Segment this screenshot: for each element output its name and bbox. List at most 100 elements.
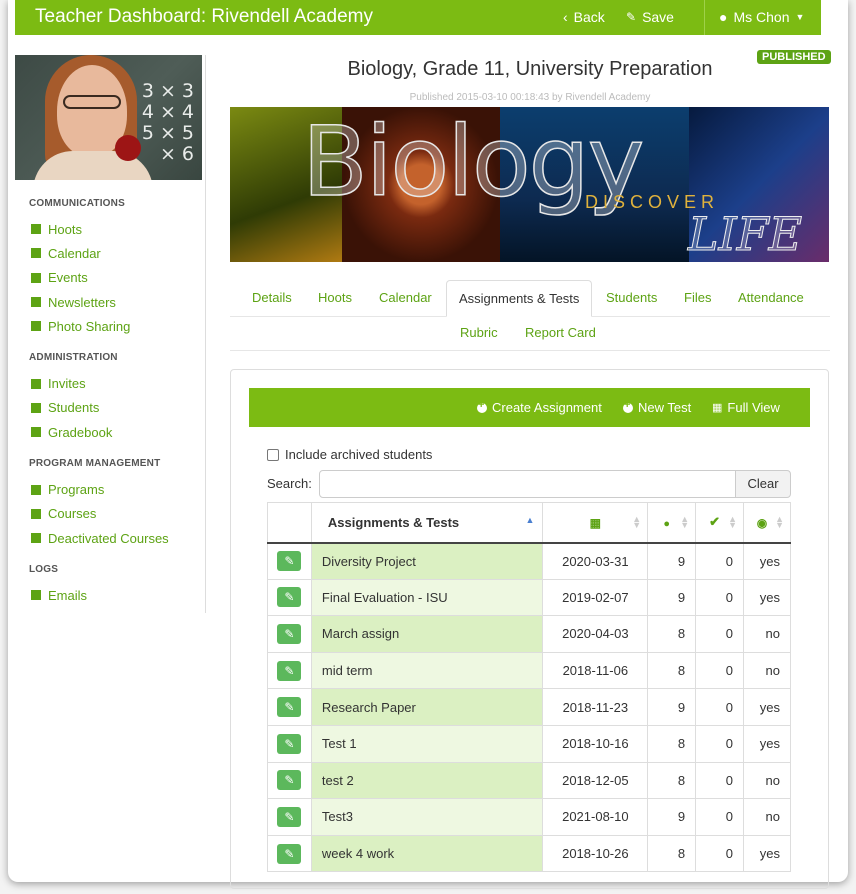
assignment-name[interactable]: test 2 bbox=[310, 762, 544, 800]
tab-report-card[interactable]: Report Card bbox=[513, 315, 608, 350]
sort-icon: ▲ ▼ bbox=[728, 514, 738, 530]
table-row[interactable]: ✎ March assign 2020-04-03 8 0 no bbox=[267, 615, 791, 653]
completed-count: 0 bbox=[695, 615, 745, 653]
sidebar: 3 × 3 4 × 4 5 × 5 × 6 COMMUNICATIONS Hoot… bbox=[15, 55, 206, 613]
user-menu[interactable]: ● Ms Chon ▼ bbox=[719, 9, 804, 25]
tab-attendance[interactable]: Attendance bbox=[726, 280, 816, 315]
table-row[interactable]: ✎ Test3 2021-08-10 9 0 no bbox=[267, 798, 791, 836]
published-status: yes bbox=[743, 688, 791, 726]
chalkboard-math: 3 × 3 4 × 4 5 × 5 × 6 bbox=[142, 81, 194, 165]
completed-count: 0 bbox=[695, 798, 745, 836]
sort-icon: ▲ ▼ bbox=[680, 514, 690, 530]
sort-icon: ▲ ▼ bbox=[775, 514, 784, 530]
book-icon bbox=[31, 427, 41, 438]
student-count: 8 bbox=[647, 615, 697, 653]
table-row[interactable]: ✎ Research Paper 2018-11-23 9 0 yes bbox=[267, 688, 791, 726]
sidebar-item-label: Photo Sharing bbox=[48, 318, 131, 334]
folder-icon bbox=[31, 533, 41, 544]
header-date[interactable]: ▦ ▲ ▼ bbox=[542, 502, 649, 544]
tab-assignments-tests[interactable]: Assignments & Tests bbox=[446, 280, 593, 317]
sidebar-item-courses[interactable]: Courses bbox=[31, 502, 205, 526]
clear-button[interactable]: Clear bbox=[735, 470, 791, 498]
assignment-date: 2020-03-31 bbox=[542, 542, 649, 580]
sidebar-item-label: Newsletters bbox=[48, 294, 116, 310]
tab-hoots[interactable]: Hoots bbox=[306, 280, 364, 315]
table-row[interactable]: ✎ mid term 2018-11-06 8 0 no bbox=[267, 652, 791, 690]
save-button[interactable]: ✎ Save bbox=[626, 9, 674, 25]
edit-icon[interactable]: ✎ bbox=[277, 843, 302, 864]
sidebar-item-programs[interactable]: Programs bbox=[31, 477, 205, 501]
assignment-name[interactable]: Research Paper bbox=[310, 688, 544, 726]
header-completed[interactable]: ✔ ▲ ▼ bbox=[695, 502, 745, 544]
sidebar-item-emails[interactable]: Emails bbox=[31, 583, 205, 607]
table-row[interactable]: ✎ Final Evaluation - ISU 2019-02-07 9 0 yes bbox=[267, 579, 791, 617]
include-archived-label: Include archived students bbox=[285, 447, 433, 462]
sidebar-item-label: Students bbox=[48, 400, 100, 416]
tab-students[interactable]: Students bbox=[594, 280, 669, 315]
header-published[interactable]: ◉ ▲ ▼ bbox=[743, 502, 791, 544]
student-count: 8 bbox=[647, 835, 697, 873]
table-row[interactable]: ✎ week 4 work 2018-10-26 8 0 yes bbox=[267, 835, 791, 873]
sidebar-item-students[interactable]: Students bbox=[31, 396, 205, 420]
table-row[interactable]: ✎ Test 1 2018-10-16 8 0 yes bbox=[267, 725, 791, 763]
header-students[interactable]: ● ▲ ▼ bbox=[647, 502, 697, 544]
header-assignments[interactable]: Assignments & Tests ▲ bbox=[310, 502, 544, 544]
edit-icon[interactable]: ✎ bbox=[277, 806, 302, 827]
tab-rubric[interactable]: Rubric bbox=[448, 315, 510, 350]
math-line: × 6 bbox=[159, 143, 194, 165]
edit-icon[interactable]: ✎ bbox=[277, 660, 302, 681]
edit-icon[interactable]: ✎ bbox=[277, 770, 302, 791]
edit-button-cell: ✎ bbox=[267, 725, 312, 763]
assignment-name[interactable]: March assign bbox=[310, 615, 544, 653]
search-input[interactable] bbox=[319, 470, 736, 498]
sidebar-item-deactivated-courses[interactable]: Deactivated Courses bbox=[31, 526, 205, 550]
edit-icon[interactable]: ✎ bbox=[277, 623, 302, 644]
sidebar-item-events[interactable]: Events bbox=[31, 266, 205, 290]
sidebar-item-label: Emails bbox=[48, 587, 88, 603]
teacher-photo: 3 × 3 4 × 4 5 × 5 × 6 bbox=[15, 55, 202, 180]
calendar-icon: ▦ bbox=[589, 515, 602, 530]
comment-icon bbox=[31, 224, 41, 235]
sidebar-item-label: Events bbox=[48, 270, 88, 286]
sidebar-item-newsletters[interactable]: Newsletters bbox=[31, 290, 205, 314]
tab-details[interactable]: Details bbox=[240, 280, 304, 315]
sidebar-item-label: Gradebook bbox=[48, 424, 113, 440]
sidebar-item-gradebook[interactable]: Gradebook bbox=[31, 420, 205, 444]
completed-count: 0 bbox=[695, 652, 745, 690]
table-row[interactable]: ✎ Diversity Project 2020-03-31 9 0 yes bbox=[267, 542, 791, 580]
create-assignment-button[interactable]: Create Assignment bbox=[477, 399, 602, 415]
table-row[interactable]: ✎ test 2 2018-12-05 8 0 no bbox=[267, 762, 791, 800]
full-view-button[interactable]: ▦ Full View bbox=[712, 400, 780, 415]
tab-files[interactable]: Files bbox=[672, 280, 723, 315]
student-count: 8 bbox=[647, 725, 697, 763]
assignment-name[interactable]: week 4 work bbox=[310, 835, 544, 873]
assignment-name[interactable]: Diversity Project bbox=[310, 542, 544, 580]
sort-asc-icon: ▲ bbox=[525, 515, 535, 525]
sidebar-item-label: Invites bbox=[48, 376, 86, 392]
chevron-left-icon: ‹ bbox=[563, 9, 568, 25]
new-test-button[interactable]: New Test bbox=[623, 399, 691, 415]
edit-icon[interactable]: ✎ bbox=[277, 551, 302, 572]
assignment-name[interactable]: Final Evaluation - ISU bbox=[310, 579, 544, 617]
back-button[interactable]: ‹ Back bbox=[563, 9, 605, 25]
edit-icon[interactable]: ✎ bbox=[277, 733, 302, 754]
assignment-name[interactable]: Test3 bbox=[310, 798, 544, 836]
edit-icon[interactable]: ✎ bbox=[277, 697, 302, 718]
sidebar-nav: COMMUNICATIONS Hoots Calendar Events Newslet… bbox=[15, 198, 205, 608]
sidebar-item-label: Hoots bbox=[48, 221, 82, 237]
assignment-name[interactable]: Test 1 bbox=[310, 725, 544, 763]
tab-calendar[interactable]: Calendar bbox=[367, 280, 444, 315]
sidebar-item-calendar[interactable]: Calendar bbox=[31, 241, 205, 265]
assignment-name[interactable]: mid term bbox=[310, 652, 544, 690]
user-name: Ms Chon bbox=[733, 9, 790, 25]
math-line: 4 × 4 bbox=[141, 101, 194, 123]
edit-icon[interactable]: ✎ bbox=[277, 587, 302, 608]
sidebar-item-hoots[interactable]: Hoots bbox=[31, 217, 205, 241]
caret-down-icon: ▼ bbox=[795, 12, 805, 22]
full-view-label: Full View bbox=[727, 400, 780, 415]
sidebar-item-photo-sharing[interactable]: Photo Sharing bbox=[31, 314, 205, 338]
include-archived-row: Include archived students bbox=[267, 447, 432, 462]
bookmark-icon bbox=[31, 297, 41, 308]
include-archived-checkbox[interactable] bbox=[267, 448, 279, 461]
sidebar-item-invites[interactable]: Invites bbox=[31, 371, 205, 395]
